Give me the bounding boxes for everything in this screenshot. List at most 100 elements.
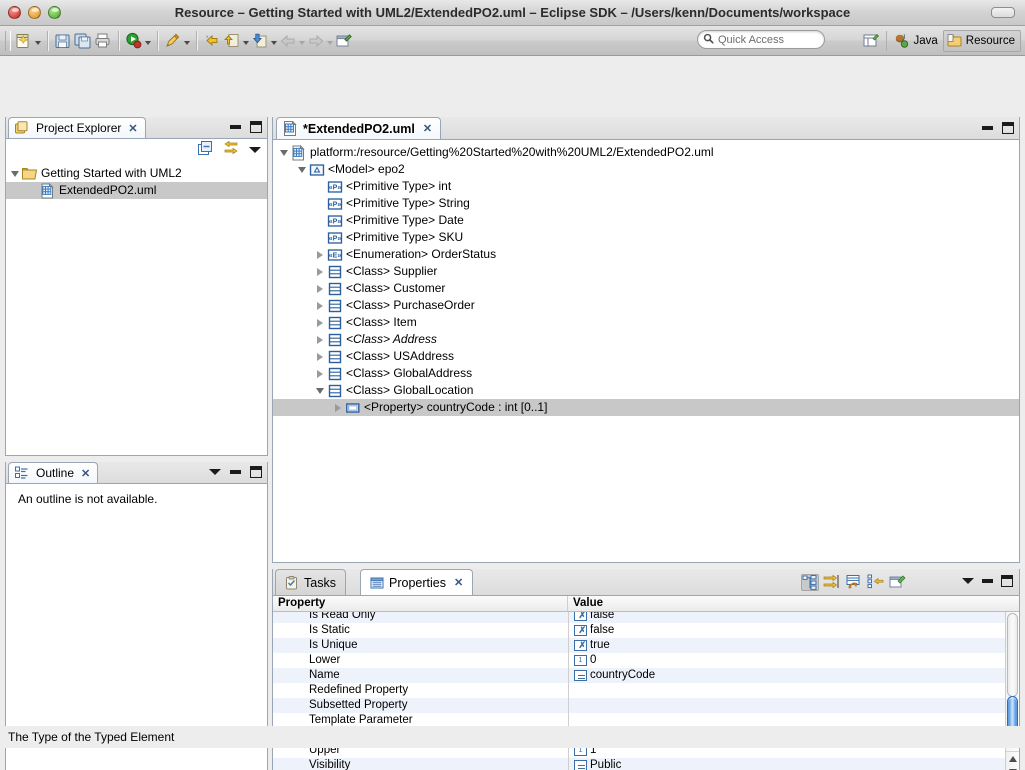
minimize-view-icon[interactable] [230, 125, 241, 129]
project-explorer-tree[interactable]: Getting Started with UML2 ExtendedPO2.uml [6, 161, 267, 455]
close-icon[interactable]: ✕ [128, 122, 137, 135]
tree-row[interactable]: «P» <Primitive Type> int [273, 178, 1019, 195]
tree-row[interactable]: <Class> GlobalAddress [273, 365, 1019, 382]
zoom-window-button[interactable] [48, 6, 61, 19]
collapse-all-icon[interactable] [198, 141, 213, 159]
close-icon[interactable]: ✕ [454, 576, 463, 589]
scrollbar-track[interactable] [1007, 613, 1018, 697]
tree-expander[interactable] [313, 246, 327, 263]
tab-extendedpo2-uml[interactable]: *ExtendedPO2.uml ✕ [276, 117, 442, 139]
tab-project-explorer[interactable]: Project Explorer ✕ [8, 117, 146, 138]
new-uml-diagram-button[interactable] [163, 29, 191, 53]
maximize-view-icon[interactable] [1001, 575, 1013, 587]
open-perspective-icon[interactable] [862, 32, 880, 50]
tree-row[interactable]: <Class> Item [273, 314, 1019, 331]
minimize-view-icon[interactable] [230, 470, 241, 474]
tree-expander[interactable] [313, 365, 327, 382]
property-value[interactable]: Public [568, 758, 1005, 770]
scroll-up-icon[interactable] [1008, 755, 1017, 762]
tree-row[interactable]: <Class> PurchaseOrder [273, 297, 1019, 314]
show-categories-icon[interactable] [801, 574, 819, 591]
tree-row[interactable]: platform:/resource/Getting%20Started%20w… [273, 144, 1019, 161]
tree-row[interactable]: <Model> epo2 [273, 161, 1019, 178]
properties-row[interactable]: Is Static false [273, 623, 1005, 638]
forward-dropdown-arrow[interactable] [327, 40, 333, 45]
quick-access-field[interactable]: Quick Access [697, 30, 825, 49]
run-button[interactable] [124, 29, 152, 53]
property-value[interactable] [568, 698, 1005, 713]
tree-row[interactable]: <Class> Supplier [273, 263, 1019, 280]
tree-row[interactable]: ExtendedPO2.uml [6, 182, 267, 199]
forward-button[interactable] [306, 29, 334, 53]
tree-expander[interactable] [313, 331, 327, 348]
minimize-window-button[interactable] [28, 6, 41, 19]
tree-expander[interactable] [8, 165, 22, 182]
property-value[interactable]: false [568, 612, 1005, 623]
tab-outline[interactable]: Outline ✕ [8, 462, 99, 483]
tree-row[interactable]: <Class> GlobalLocation [273, 382, 1019, 399]
new-editor-button[interactable] [334, 29, 354, 53]
minimize-view-icon[interactable] [982, 579, 993, 583]
tree-row[interactable]: «E» <Enumeration> OrderStatus [273, 246, 1019, 263]
perspective-java-button[interactable]: J Java [891, 30, 942, 52]
tree-expander[interactable] [313, 314, 327, 331]
window-resize-button[interactable] [991, 7, 1015, 18]
properties-row[interactable]: Name countryCode [273, 668, 1005, 683]
tree-row[interactable]: Getting Started with UML2 [6, 165, 267, 182]
close-window-button[interactable] [8, 6, 21, 19]
tree-expander[interactable] [313, 263, 327, 280]
tree-expander[interactable] [295, 161, 309, 178]
property-value[interactable]: true [568, 638, 1005, 653]
tree-row[interactable]: <Class> Address [273, 331, 1019, 348]
property-value[interactable]: false [568, 623, 1005, 638]
tree-expander[interactable] [331, 399, 345, 416]
view-menu-icon[interactable] [209, 469, 221, 475]
maximize-view-icon[interactable] [1002, 122, 1014, 134]
scrollbar-arrows[interactable] [1006, 751, 1019, 770]
new-uml-dropdown-arrow[interactable] [184, 40, 190, 45]
properties-row[interactable]: Redefined Property [273, 683, 1005, 698]
tree-row[interactable]: <Property> countryCode : int [0..1] [273, 399, 1019, 416]
tree-row[interactable]: «P» <Primitive Type> String [273, 195, 1019, 212]
show-advanced-icon[interactable] [823, 574, 841, 591]
back-dropdown-arrow[interactable] [299, 40, 305, 45]
properties-row[interactable]: Is Unique true [273, 638, 1005, 653]
tab-tasks[interactable]: Tasks [275, 569, 346, 595]
show-tabs-icon[interactable] [867, 574, 885, 591]
tab-properties[interactable]: Properties ✕ [360, 569, 474, 595]
tree-row[interactable]: «P» <Primitive Type> Date [273, 212, 1019, 229]
close-icon[interactable]: ✕ [423, 122, 432, 135]
toolbar-grip[interactable] [5, 30, 11, 51]
properties-row[interactable]: Subsetted Property [273, 698, 1005, 713]
back-button[interactable] [278, 29, 306, 53]
export-dropdown-arrow[interactable] [243, 40, 249, 45]
tree-row[interactable]: <Class> USAddress [273, 348, 1019, 365]
restore-default-icon[interactable] [845, 574, 863, 591]
tree-expander[interactable] [313, 280, 327, 297]
import-button[interactable] [250, 29, 278, 53]
pin-to-selection-icon[interactable] [889, 574, 907, 591]
view-menu-icon[interactable] [249, 147, 261, 153]
column-header-value[interactable]: Value [568, 596, 1019, 611]
view-menu-icon[interactable] [962, 578, 974, 584]
tree-expander[interactable] [277, 144, 291, 161]
minimize-view-icon[interactable] [982, 126, 993, 130]
tree-row[interactable]: «P» <Primitive Type> SKU [273, 229, 1019, 246]
previous-annotation-button[interactable] [202, 29, 222, 53]
tree-expander[interactable] [313, 297, 327, 314]
print-button[interactable] [93, 29, 113, 53]
import-dropdown-arrow[interactable] [271, 40, 277, 45]
property-value[interactable]: 10 [568, 653, 1005, 668]
link-with-editor-icon[interactable] [223, 140, 239, 159]
property-value[interactable] [568, 683, 1005, 698]
new-wizard-dropdown-arrow[interactable] [35, 40, 41, 45]
tree-expander[interactable] [313, 382, 327, 399]
properties-row[interactable]: Is Read Only false [273, 612, 1005, 623]
column-header-property[interactable]: Property [273, 596, 568, 611]
tree-row[interactable]: <Class> Customer [273, 280, 1019, 297]
properties-row[interactable]: Lower 1 0 [273, 653, 1005, 668]
run-dropdown-arrow[interactable] [145, 40, 151, 45]
properties-row[interactable]: Visibility Public [273, 758, 1005, 770]
perspective-resource-button[interactable]: Resource [942, 30, 1021, 52]
model-tree[interactable]: platform:/resource/Getting%20Started%20w… [273, 140, 1019, 562]
